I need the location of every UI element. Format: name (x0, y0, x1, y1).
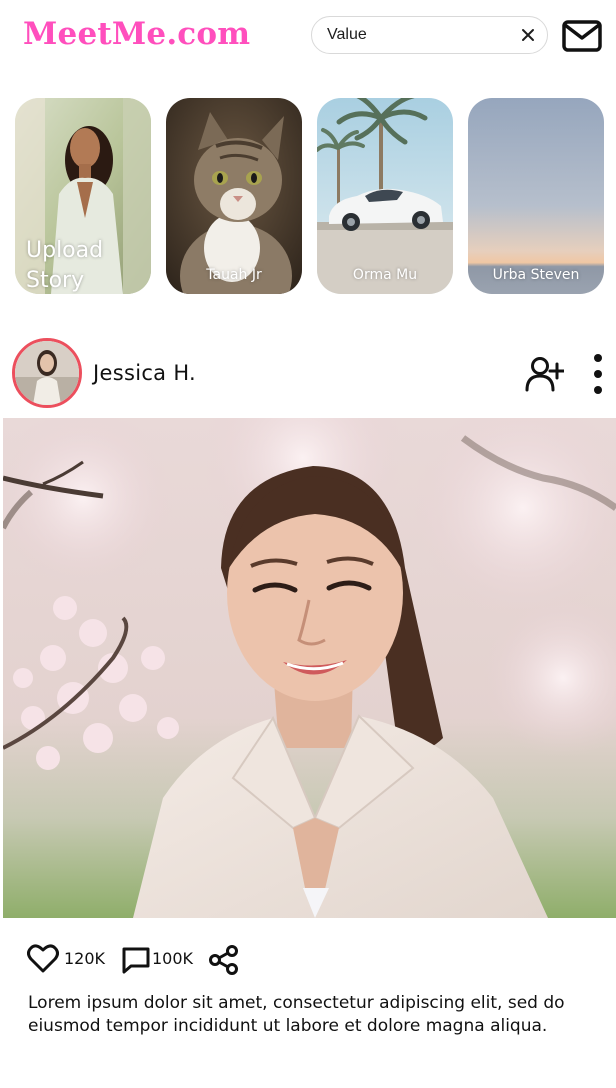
story-thumbnail (317, 98, 453, 294)
story-thumbnail (166, 98, 302, 294)
search-input[interactable] (327, 17, 507, 53)
app-header: MeetMe.com (0, 0, 616, 76)
mail-icon[interactable] (561, 19, 603, 53)
app-logo[interactable]: MeetMe.com (23, 12, 250, 56)
comment-icon[interactable] (121, 946, 151, 974)
story-label: Orma Mu (352, 267, 418, 283)
story-item[interactable]: Orma Mu (317, 98, 453, 294)
avatar-image (15, 341, 79, 405)
search-field[interactable] (311, 16, 548, 54)
post-header: Jessica H. (0, 336, 616, 412)
story-label: Upload Story (26, 238, 104, 293)
avatar[interactable] (12, 338, 82, 408)
heart-icon[interactable] (27, 944, 59, 974)
close-icon[interactable] (519, 26, 537, 44)
story-item[interactable]: Urba Steven (468, 98, 604, 294)
stories-row: Upload Story Tauah Jr Orma Mu Urba Steve… (0, 98, 616, 294)
more-vertical-icon[interactable] (584, 352, 612, 396)
post-author-name[interactable]: Jessica H. (93, 361, 196, 385)
story-item[interactable]: Tauah Jr (166, 98, 302, 294)
story-thumbnail (468, 98, 604, 294)
story-label: Urba Steven (492, 267, 580, 283)
post-caption: Lorem ipsum dolor sit amet, consectetur … (28, 993, 565, 1036)
like-count: 120K (64, 949, 106, 968)
post-photo (3, 418, 616, 918)
story-label: Tauah Jr (206, 267, 262, 283)
user-plus-icon[interactable] (524, 354, 564, 394)
story-upload[interactable]: Upload Story (15, 98, 151, 294)
share-icon[interactable] (207, 944, 239, 976)
post-actions: 120K 100K (0, 938, 616, 982)
post-image[interactable] (3, 418, 616, 918)
comment-count: 100K (152, 949, 194, 968)
